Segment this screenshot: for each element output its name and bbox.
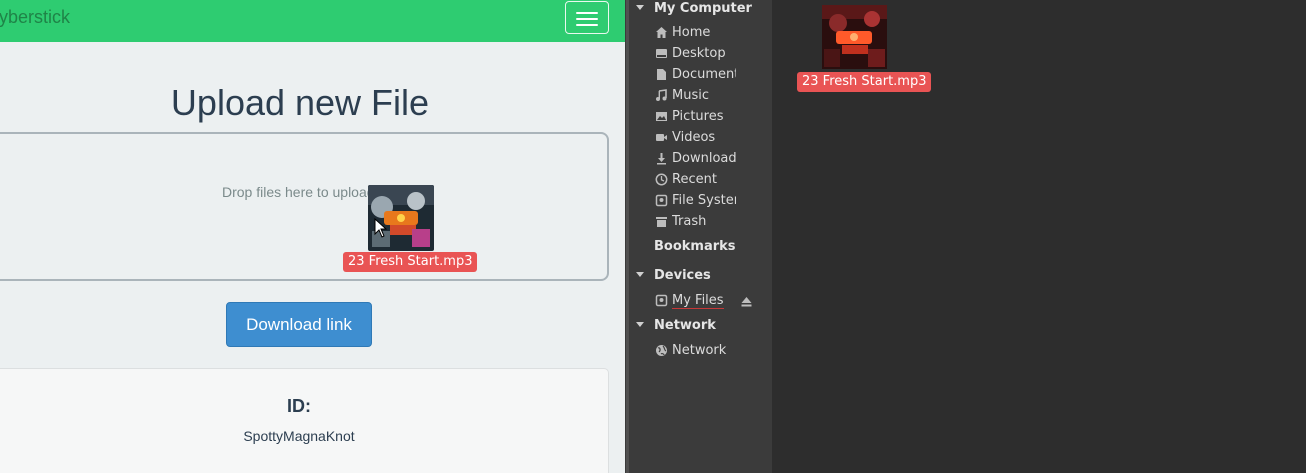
section-label: Devices bbox=[654, 268, 711, 283]
clock-icon bbox=[655, 173, 668, 186]
sidebar-item-trash[interactable]: Trash bbox=[629, 212, 772, 232]
sidebar-item-label: Network bbox=[672, 343, 727, 358]
sidebar-item-label: Music bbox=[672, 88, 709, 103]
section-label: Bookmarks bbox=[654, 239, 736, 254]
sidebar-item-label: File System bbox=[672, 193, 736, 208]
eject-icon[interactable] bbox=[741, 297, 752, 307]
sidebar-item-network[interactable]: Network bbox=[629, 341, 772, 361]
file-thumbnail[interactable] bbox=[822, 5, 887, 69]
expander-arrow-icon[interactable] bbox=[636, 272, 644, 277]
download-icon bbox=[657, 153, 666, 165]
trash-icon bbox=[656, 217, 667, 227]
file-manager-sidebar: My Computer Home Desktop Documents Music… bbox=[629, 0, 772, 473]
globe-icon bbox=[656, 345, 667, 356]
upload-dropzone[interactable] bbox=[0, 132, 609, 281]
hamburger-icon-line bbox=[576, 24, 598, 26]
download-link-button[interactable]: Download link bbox=[226, 302, 372, 347]
document-icon bbox=[657, 69, 666, 80]
sidebar-item-videos[interactable]: Videos bbox=[629, 128, 772, 148]
navbar-brand[interactable]: Cyberstick bbox=[0, 7, 70, 28]
sidebar-item-pictures[interactable]: Pictures bbox=[629, 107, 772, 127]
navbar: Cyberstick bbox=[0, 0, 625, 42]
sidebar-item-home[interactable]: Home bbox=[629, 23, 772, 43]
sidebar-item-file-system[interactable]: File System bbox=[629, 191, 772, 211]
music-icon bbox=[656, 89, 667, 101]
sidebar-item-label: Videos bbox=[672, 130, 716, 145]
sidebar-item-label: Downloads bbox=[672, 151, 736, 166]
sidebar-item-downloads[interactable]: Downloads bbox=[629, 149, 772, 169]
expander-arrow-icon[interactable] bbox=[636, 322, 644, 327]
menu-toggle-button[interactable] bbox=[565, 1, 609, 34]
browser-window: Cyberstick Upload new File Drop files he… bbox=[0, 0, 625, 473]
sidebar-item-documents[interactable]: Documents bbox=[629, 65, 772, 85]
expander-arrow-icon[interactable] bbox=[636, 5, 644, 10]
home-icon bbox=[656, 27, 667, 38]
sidebar-item-label: Desktop bbox=[672, 46, 726, 61]
id-label: ID: bbox=[287, 396, 311, 416]
dragged-file-label: 23 Fresh Start.mp3 bbox=[343, 252, 478, 272]
hamburger-icon-line bbox=[576, 18, 598, 20]
file-name-label[interactable]: 23 Fresh Start.mp3 bbox=[797, 72, 932, 92]
id-value: SpottyMagnaKnot bbox=[243, 428, 355, 444]
mouse-cursor-icon bbox=[374, 218, 388, 238]
video-icon bbox=[656, 134, 667, 141]
sidebar-item-music[interactable]: Music bbox=[629, 86, 772, 106]
page-title: Upload new File bbox=[170, 82, 430, 123]
section-label: My Computer bbox=[654, 1, 752, 16]
sidebar-item-my-files[interactable]: My Files bbox=[629, 291, 772, 311]
sidebar-item-label: Recent bbox=[672, 172, 717, 187]
sidebar-item-desktop[interactable]: Desktop bbox=[629, 44, 772, 64]
sidebar-item-label: Home bbox=[672, 25, 711, 40]
sidebar-item-recent[interactable]: Recent bbox=[629, 170, 772, 190]
sidebar-item-label: Documents bbox=[672, 67, 736, 82]
sidebar-item-label: Pictures bbox=[672, 109, 724, 124]
sidebar-item-label: Trash bbox=[672, 214, 707, 229]
section-label: Network bbox=[654, 318, 716, 333]
drive-icon bbox=[655, 194, 668, 207]
hamburger-icon bbox=[576, 12, 598, 14]
file-info-card bbox=[0, 368, 609, 473]
desktop-icon bbox=[656, 49, 667, 58]
picture-icon bbox=[656, 112, 667, 121]
drive-icon bbox=[655, 294, 668, 307]
dropzone-message: Drop files here to upload bbox=[222, 184, 375, 200]
sidebar-item-label: My Files bbox=[672, 293, 724, 309]
file-manager-content[interactable] bbox=[772, 0, 1306, 473]
